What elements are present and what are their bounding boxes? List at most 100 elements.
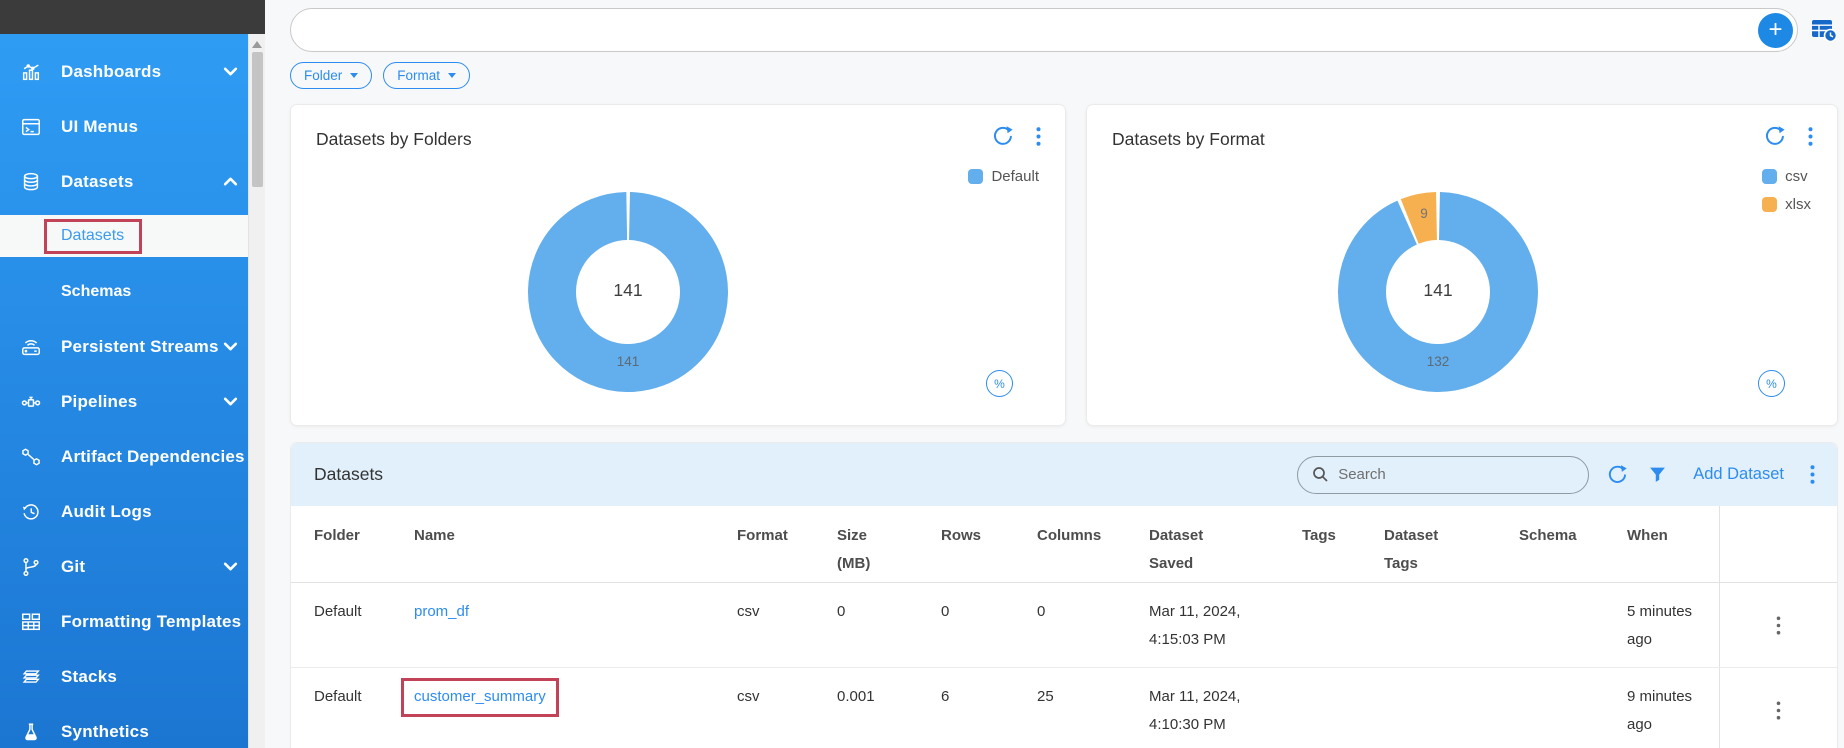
git-icon bbox=[18, 556, 44, 578]
card-title: Datasets by Format bbox=[1112, 129, 1265, 150]
audit-logs-icon bbox=[18, 501, 44, 523]
sidebar-item-datasets-sub[interactable]: Datasets bbox=[0, 215, 248, 257]
cell-size-mb: 0.001 bbox=[837, 683, 941, 711]
refresh-icon[interactable] bbox=[992, 125, 1014, 147]
sidebar-item-ui-menus[interactable]: UI Menus bbox=[0, 99, 248, 154]
kebab-menu-icon[interactable] bbox=[1036, 127, 1041, 146]
refresh-icon[interactable] bbox=[1764, 125, 1786, 147]
datasets-panel-header: Datasets A bbox=[291, 443, 1837, 506]
donut-total-label: 141 bbox=[523, 280, 733, 301]
legend-item-csv[interactable]: csv bbox=[1762, 168, 1811, 185]
sidebar-item-label: Git bbox=[61, 557, 85, 577]
legend-label: xlsx bbox=[1785, 196, 1811, 213]
dataset-link[interactable]: customer_summary bbox=[414, 688, 546, 705]
persistent-streams-icon bbox=[18, 336, 44, 358]
kebab-menu-icon[interactable] bbox=[1808, 127, 1813, 146]
scrollbar-up-arrow-icon[interactable] bbox=[252, 41, 262, 48]
table-search-input[interactable] bbox=[1338, 466, 1558, 483]
slice-value-label: 141 bbox=[523, 354, 733, 369]
sidebar-item-label: Dashboards bbox=[61, 62, 161, 82]
table-clock-icon[interactable] bbox=[1811, 18, 1838, 43]
add-button[interactable]: + bbox=[1758, 13, 1793, 48]
sidebar-item-audit-logs[interactable]: Audit Logs bbox=[0, 484, 248, 539]
filter-chip-folder[interactable]: Folder bbox=[290, 62, 372, 89]
highlight-red-box: Datasets bbox=[44, 219, 142, 254]
table-row[interactable]: Default customer_summary csv 0.001 6 25 … bbox=[291, 668, 1837, 748]
artifact-dependencies-icon bbox=[18, 446, 44, 468]
row-kebab-menu-icon[interactable] bbox=[1776, 701, 1781, 720]
sidebar-item-dashboards[interactable]: Dashboards bbox=[0, 44, 248, 99]
sidebar-item-label: UI Menus bbox=[61, 117, 138, 137]
table-search-bar bbox=[1297, 456, 1589, 494]
donut-chart-format[interactable]: 141 132 9 bbox=[1333, 187, 1543, 397]
sidebar-item-label: Formatting Templates bbox=[61, 612, 241, 632]
sidebar-item-datasets[interactable]: Datasets bbox=[0, 154, 248, 209]
cell-actions bbox=[1719, 668, 1837, 748]
sidebar-item-artifact-dependencies[interactable]: Artifact Dependencies bbox=[0, 429, 248, 484]
dashboards-icon bbox=[18, 61, 44, 83]
sidebar-item-label: Stacks bbox=[61, 667, 117, 687]
column-header-columns: Columns bbox=[1037, 522, 1149, 550]
cell-folder: Default bbox=[314, 598, 414, 626]
slice-value-label: 9 bbox=[1412, 206, 1436, 221]
kebab-menu-icon[interactable] bbox=[1810, 465, 1815, 484]
chevron-down-icon bbox=[223, 339, 238, 354]
column-header-name: Name bbox=[414, 522, 737, 550]
column-header-when: When bbox=[1627, 522, 1719, 550]
legend-swatch bbox=[968, 169, 983, 184]
sidebar-item-synthetics[interactable]: Synthetics bbox=[0, 704, 248, 748]
sidebar-item-stacks[interactable]: Stacks bbox=[0, 649, 248, 704]
chart-legend: Default bbox=[968, 168, 1039, 185]
sidebar-item-formatting-templates[interactable]: Formatting Templates bbox=[0, 594, 248, 649]
table-row[interactable]: Default prom_df csv 0 0 0 Mar 11, 2024, … bbox=[291, 583, 1837, 668]
cell-when: 9 minutes ago bbox=[1627, 683, 1707, 739]
datasets-table-panel: Datasets A bbox=[290, 442, 1838, 748]
sidebar: Dashboards UI Menus bbox=[0, 34, 248, 748]
column-header-dataset-saved: Dataset Saved bbox=[1149, 522, 1219, 578]
global-search-input[interactable] bbox=[291, 9, 1797, 51]
filter-chip-format[interactable]: Format bbox=[383, 62, 470, 89]
panel-title: Datasets bbox=[314, 464, 383, 485]
percent-toggle-button[interactable]: % bbox=[986, 370, 1013, 397]
column-header-format: Format bbox=[737, 522, 837, 550]
column-header-schema: Schema bbox=[1519, 522, 1627, 550]
add-dataset-button[interactable]: Add Dataset bbox=[1693, 465, 1784, 484]
sidebar-item-label: Pipelines bbox=[61, 392, 137, 412]
dataset-link[interactable]: prom_df bbox=[414, 603, 469, 620]
donut-chart-folders[interactable]: 141 141 bbox=[523, 187, 733, 397]
cell-dataset-saved: Mar 11, 2024, 4:15:03 PM bbox=[1149, 598, 1245, 654]
sidebar-item-pipelines[interactable]: Pipelines bbox=[0, 374, 248, 429]
chevron-down-icon bbox=[223, 64, 238, 79]
refresh-icon[interactable] bbox=[1607, 464, 1628, 485]
cell-rows: 0 bbox=[941, 598, 1037, 626]
legend-label: csv bbox=[1785, 168, 1808, 185]
filter-icon[interactable] bbox=[1648, 465, 1667, 484]
sidebar-item-schemas[interactable]: Schemas bbox=[0, 264, 248, 319]
row-kebab-menu-icon[interactable] bbox=[1776, 616, 1781, 635]
sidebar-item-persistent-streams[interactable]: Persistent Streams bbox=[0, 319, 248, 374]
cell-format: csv bbox=[737, 598, 837, 626]
legend-swatch bbox=[1762, 169, 1777, 184]
column-header-folder: Folder bbox=[314, 522, 414, 550]
legend-item-default[interactable]: Default bbox=[968, 168, 1039, 185]
column-header-dataset-tags: Dataset Tags bbox=[1384, 522, 1454, 578]
datasets-by-format-card: Datasets by Format csv bbox=[1086, 104, 1838, 426]
scrollbar-thumb[interactable] bbox=[252, 52, 263, 187]
sidebar-item-label: Audit Logs bbox=[61, 502, 152, 522]
legend-item-xlsx[interactable]: xlsx bbox=[1762, 196, 1811, 213]
sidebar-item-git[interactable]: Git bbox=[0, 539, 248, 594]
search-icon bbox=[1312, 466, 1329, 483]
percent-toggle-button[interactable]: % bbox=[1758, 370, 1785, 397]
sidebar-item-label: Schemas bbox=[61, 283, 131, 301]
sidebar-item-label: Datasets bbox=[61, 227, 124, 244]
ui-menus-icon bbox=[18, 116, 44, 138]
app-root: Dashboards UI Menus bbox=[0, 0, 1844, 748]
vertical-scrollbar[interactable] bbox=[248, 34, 265, 748]
chevron-down-icon bbox=[448, 73, 456, 78]
cell-format: csv bbox=[737, 683, 837, 711]
legend-label: Default bbox=[991, 168, 1039, 185]
filter-chip-label: Folder bbox=[304, 68, 342, 83]
main-content: + Folder Format bbox=[265, 0, 1844, 748]
datasets-by-folders-card: Datasets by Folders Default bbox=[290, 104, 1066, 426]
chevron-down-icon bbox=[350, 73, 358, 78]
